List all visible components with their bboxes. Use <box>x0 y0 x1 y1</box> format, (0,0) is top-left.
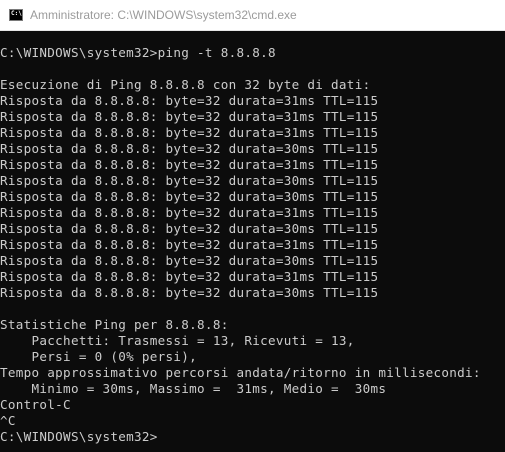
console-line: Risposta da 8.8.8.8: byte=32 durata=30ms… <box>0 221 379 236</box>
console-line: Tempo approssimativo percorsi andata/rit… <box>0 365 481 380</box>
console-line: Risposta da 8.8.8.8: byte=32 durata=31ms… <box>0 109 379 124</box>
console-line: Risposta da 8.8.8.8: byte=32 durata=30ms… <box>0 141 379 156</box>
cmd-icon-glyph: C:\ <box>11 10 22 17</box>
console-line: Esecuzione di Ping 8.8.8.8 con 32 byte d… <box>0 77 371 92</box>
console-line: Risposta da 8.8.8.8: byte=32 durata=30ms… <box>0 285 379 300</box>
console-output[interactable]: C:\WINDOWS\system32>ping -t 8.8.8.8 Esecu… <box>0 31 505 452</box>
console-line: Control-C <box>0 397 71 412</box>
title-bar[interactable]: C:\ Amministratore: C:\WINDOWS\system32\… <box>0 0 505 31</box>
console-line: C:\WINDOWS\system32>ping -t 8.8.8.8 <box>0 45 276 60</box>
console-lines: C:\WINDOWS\system32>ping -t 8.8.8.8 Esecu… <box>0 31 505 445</box>
console-line: Pacchetti: Trasmessi = 13, Ricevuti = 13… <box>0 333 355 348</box>
console-line: C:\WINDOWS\system32> <box>0 429 158 444</box>
console-line: Risposta da 8.8.8.8: byte=32 durata=30ms… <box>0 253 379 268</box>
console-line: Risposta da 8.8.8.8: byte=32 durata=31ms… <box>0 93 379 108</box>
cmd-window: C:\ Amministratore: C:\WINDOWS\system32\… <box>0 0 505 452</box>
console-line: Risposta da 8.8.8.8: byte=32 durata=30ms… <box>0 173 379 188</box>
console-line: Minimo = 30ms, Massimo = 31ms, Medio = 3… <box>0 381 387 396</box>
console-line: Risposta da 8.8.8.8: byte=32 durata=31ms… <box>0 237 379 252</box>
console-line: Risposta da 8.8.8.8: byte=32 durata=31ms… <box>0 125 379 140</box>
console-line: Statistiche Ping per 8.8.8.8: <box>0 317 229 332</box>
console-line: ^C <box>0 413 16 428</box>
window-title: Amministratore: C:\WINDOWS\system32\cmd.… <box>30 8 297 22</box>
console-line: Risposta da 8.8.8.8: byte=32 durata=31ms… <box>0 157 379 172</box>
console-line: Persi = 0 (0% persi), <box>0 349 198 364</box>
cmd-icon[interactable]: C:\ <box>9 9 23 21</box>
console-line: Risposta da 8.8.8.8: byte=32 durata=31ms… <box>0 205 379 220</box>
console-line: Risposta da 8.8.8.8: byte=32 durata=30ms… <box>0 189 379 204</box>
console-line: Risposta da 8.8.8.8: byte=32 durata=31ms… <box>0 269 379 284</box>
